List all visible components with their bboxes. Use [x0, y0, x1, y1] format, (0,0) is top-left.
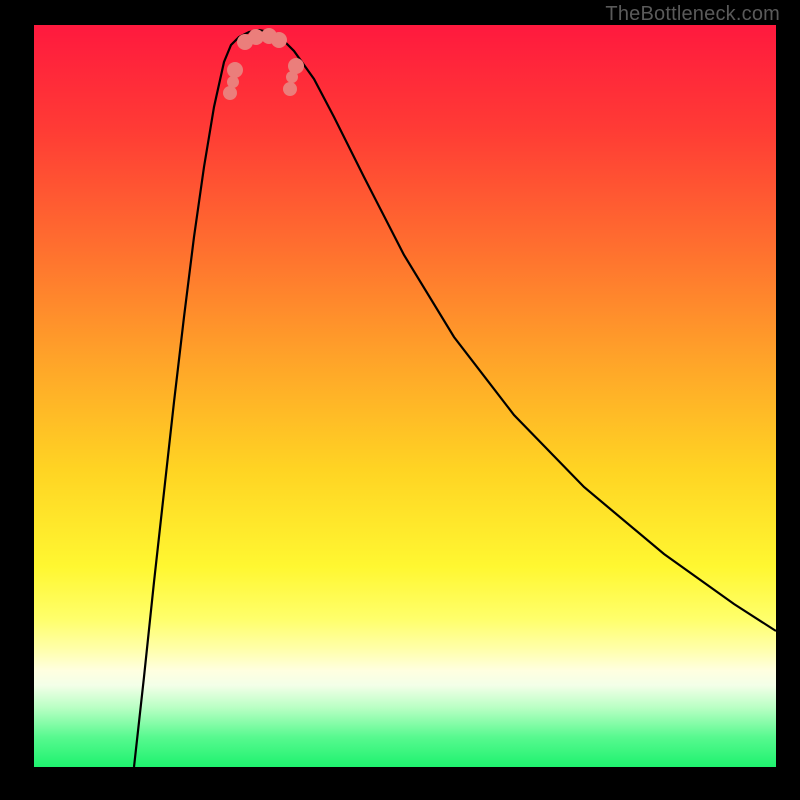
bottleneck-curve: [34, 25, 776, 767]
plot-area: [34, 25, 776, 767]
data-marker: [271, 32, 287, 48]
data-marker: [227, 62, 243, 78]
outer-frame: TheBottleneck.com: [0, 0, 800, 800]
data-marker: [288, 58, 304, 74]
watermark-text: TheBottleneck.com: [605, 3, 780, 26]
data-marker: [283, 82, 297, 96]
data-marker: [223, 86, 237, 100]
